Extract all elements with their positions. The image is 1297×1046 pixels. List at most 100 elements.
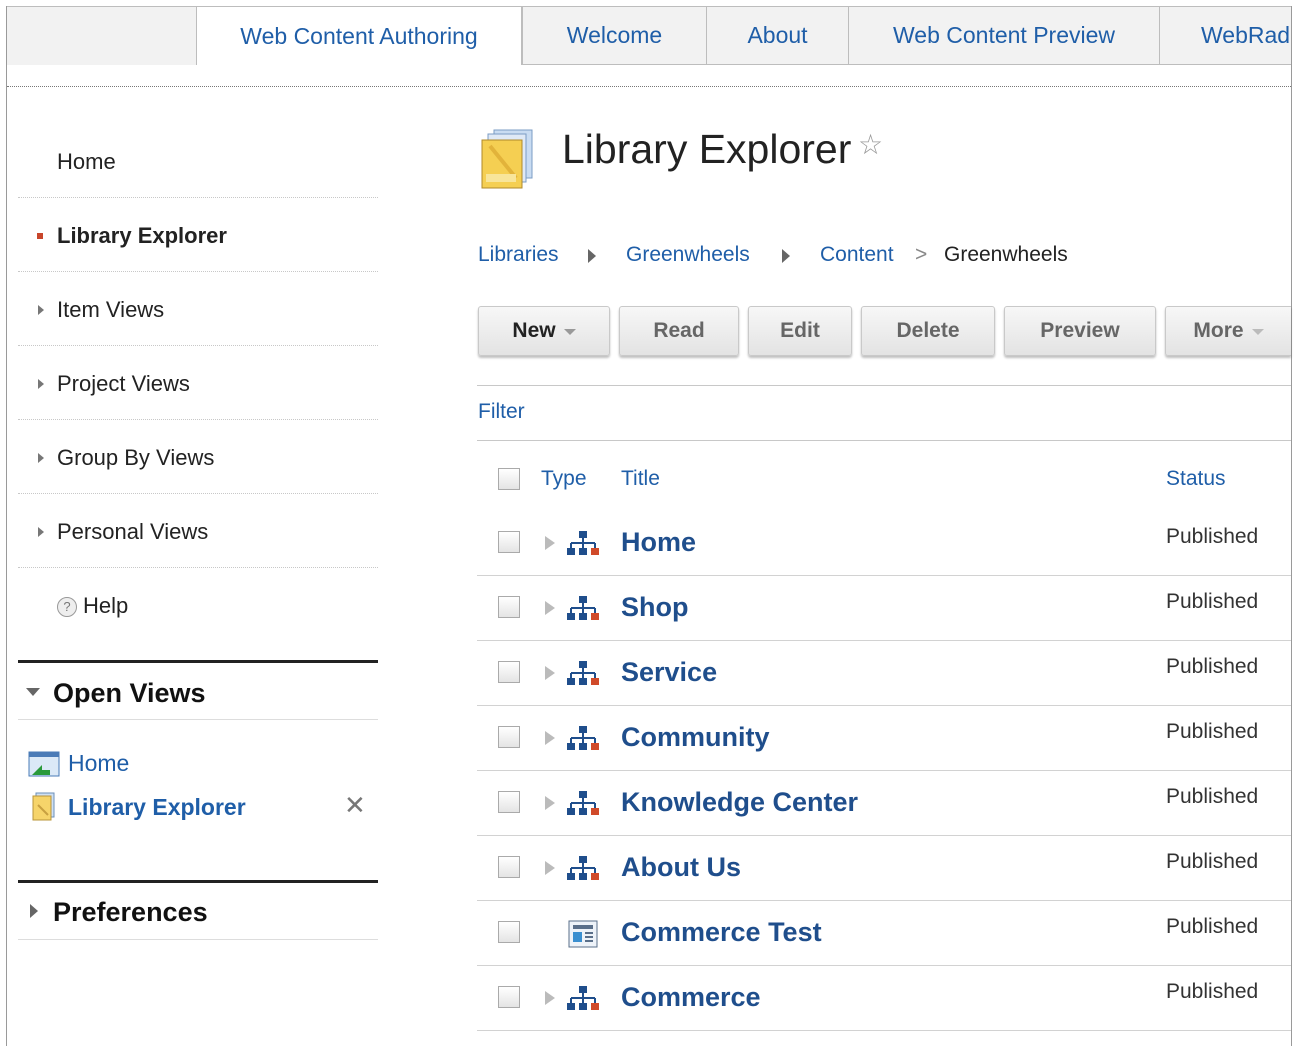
breadcrumb-arrow-icon [782, 249, 790, 263]
favorite-star-icon[interactable]: ☆ [858, 128, 883, 161]
close-icon[interactable]: ✕ [344, 790, 366, 821]
row-title-link[interactable]: Commerce Test [621, 917, 822, 948]
table-row[interactable]: About Us Published [477, 836, 1291, 901]
help-icon: ? [57, 597, 77, 618]
row-title-link[interactable]: Commerce [621, 982, 761, 1013]
tab-web-content-preview[interactable]: Web Content Preview [848, 7, 1159, 65]
open-view-label: Library Explorer [68, 793, 246, 820]
site-area-icon [567, 791, 599, 815]
table-row[interactable]: Community Published [477, 706, 1291, 771]
preferences-header[interactable]: Preferences [18, 880, 378, 940]
row-checkbox[interactable] [498, 856, 520, 878]
tab-web-content-authoring[interactable]: Web Content Authoring [196, 7, 522, 65]
library-explorer-icon [481, 129, 533, 189]
sidebar-item-label: Item Views [57, 296, 165, 322]
row-status: Published [1166, 850, 1259, 873]
preview-button[interactable]: Preview [1004, 306, 1156, 356]
expand-arrow-icon[interactable] [545, 666, 555, 680]
table-row[interactable]: Commerce Published [477, 966, 1291, 1031]
row-title-link[interactable]: Knowledge Center [621, 787, 858, 818]
expand-arrow-icon[interactable] [545, 991, 555, 1005]
sidebar-item-item-views[interactable]: Item Views [18, 274, 378, 346]
table-row[interactable]: Knowledge Center Published [477, 771, 1291, 836]
column-header-status[interactable]: Status [1166, 467, 1226, 491]
site-area-icon [567, 596, 599, 620]
collapse-arrow-icon [26, 688, 40, 696]
expand-arrow-icon[interactable] [545, 601, 555, 615]
tab-webrad[interactable]: WebRad [1159, 7, 1291, 65]
tab-label: About [747, 22, 808, 48]
chevron-down-icon [1251, 329, 1264, 335]
library-explorer-icon [32, 792, 55, 821]
open-views-header[interactable]: Open Views [18, 660, 378, 720]
row-title-link[interactable]: Shop [621, 592, 689, 623]
row-title-link[interactable]: Community [621, 722, 770, 753]
content-item-icon [568, 920, 598, 948]
row-title-link[interactable]: About Us [621, 852, 741, 883]
delete-button[interactable]: Delete [861, 306, 995, 356]
sidebar-item-personal-views[interactable]: Personal Views [18, 496, 378, 568]
open-view-home[interactable]: Home [28, 748, 129, 778]
row-status: Published [1166, 655, 1259, 678]
sidebar-item-project-views[interactable]: Project Views [18, 348, 378, 420]
page-title: Library Explorer [562, 126, 852, 172]
row-title-link[interactable]: Home [621, 527, 696, 558]
expand-arrow-icon [38, 526, 44, 537]
tab-label: Welcome [566, 22, 663, 48]
row-title-link[interactable]: Service [621, 657, 717, 688]
read-button[interactable]: Read [619, 306, 739, 356]
tab-welcome[interactable]: Welcome [522, 7, 706, 65]
sidebar-item-label: Library Explorer [57, 222, 227, 248]
button-label: Read [653, 319, 705, 342]
sidebar-item-library-explorer[interactable]: Library Explorer [18, 200, 378, 272]
row-checkbox[interactable] [498, 791, 520, 813]
new-button[interactable]: New [478, 306, 610, 356]
filter-link[interactable]: Filter [478, 400, 525, 424]
sidebar-item-label: Help [83, 593, 129, 618]
filter-divider [477, 440, 1291, 441]
column-header-type[interactable]: Type [541, 467, 587, 491]
row-checkbox[interactable] [498, 661, 520, 683]
section-title: Open Views [53, 678, 206, 708]
breadcrumb-link-content[interactable]: Content [820, 243, 894, 267]
expand-arrow-icon [38, 378, 44, 389]
row-checkbox[interactable] [498, 921, 520, 943]
table-row[interactable]: Home Published [477, 511, 1291, 576]
button-label: Edit [780, 319, 820, 342]
table-row[interactable]: Service Published [477, 641, 1291, 706]
row-checkbox[interactable] [498, 986, 520, 1008]
chevron-down-icon [563, 329, 576, 335]
expand-arrow-icon[interactable] [545, 731, 555, 745]
row-checkbox[interactable] [498, 531, 520, 553]
sidebar-item-group-by-views[interactable]: Group By Views [18, 422, 378, 494]
section-title: Preferences [53, 897, 208, 927]
row-checkbox[interactable] [498, 726, 520, 748]
button-label: Delete [896, 319, 960, 342]
select-all-checkbox[interactable] [498, 468, 520, 490]
tab-about[interactable]: About [706, 7, 848, 65]
sidebar-item-label: Project Views [57, 370, 190, 396]
column-header-title[interactable]: Title [621, 467, 660, 491]
row-status: Published [1166, 785, 1259, 808]
table-row[interactable]: Shop Published [477, 576, 1291, 641]
header-divider [7, 86, 1291, 87]
expand-arrow-icon [38, 452, 44, 463]
button-label: Preview [1040, 319, 1120, 342]
expand-arrow-icon[interactable] [545, 536, 555, 550]
button-label: More [1193, 319, 1244, 342]
more-button[interactable]: More [1165, 306, 1291, 356]
expand-arrow-icon[interactable] [545, 796, 555, 810]
table-row[interactable]: Commerce Test Published [477, 901, 1291, 966]
row-status: Published [1166, 720, 1259, 743]
edit-button[interactable]: Edit [748, 306, 852, 356]
sidebar-item-label: Home [57, 148, 116, 174]
open-view-library-explorer[interactable]: Library Explorer [28, 791, 246, 823]
sidebar-item-help[interactable]: ? Help [18, 570, 378, 642]
sidebar-item-home[interactable]: Home [18, 126, 378, 198]
breadcrumb-link-libraries[interactable]: Libraries [478, 243, 559, 267]
expand-arrow-icon[interactable] [545, 861, 555, 875]
site-area-icon [567, 726, 599, 750]
row-checkbox[interactable] [498, 596, 520, 618]
breadcrumb-link-greenwheels[interactable]: Greenwheels [626, 243, 750, 267]
breadcrumb-current: Greenwheels [944, 243, 1068, 266]
